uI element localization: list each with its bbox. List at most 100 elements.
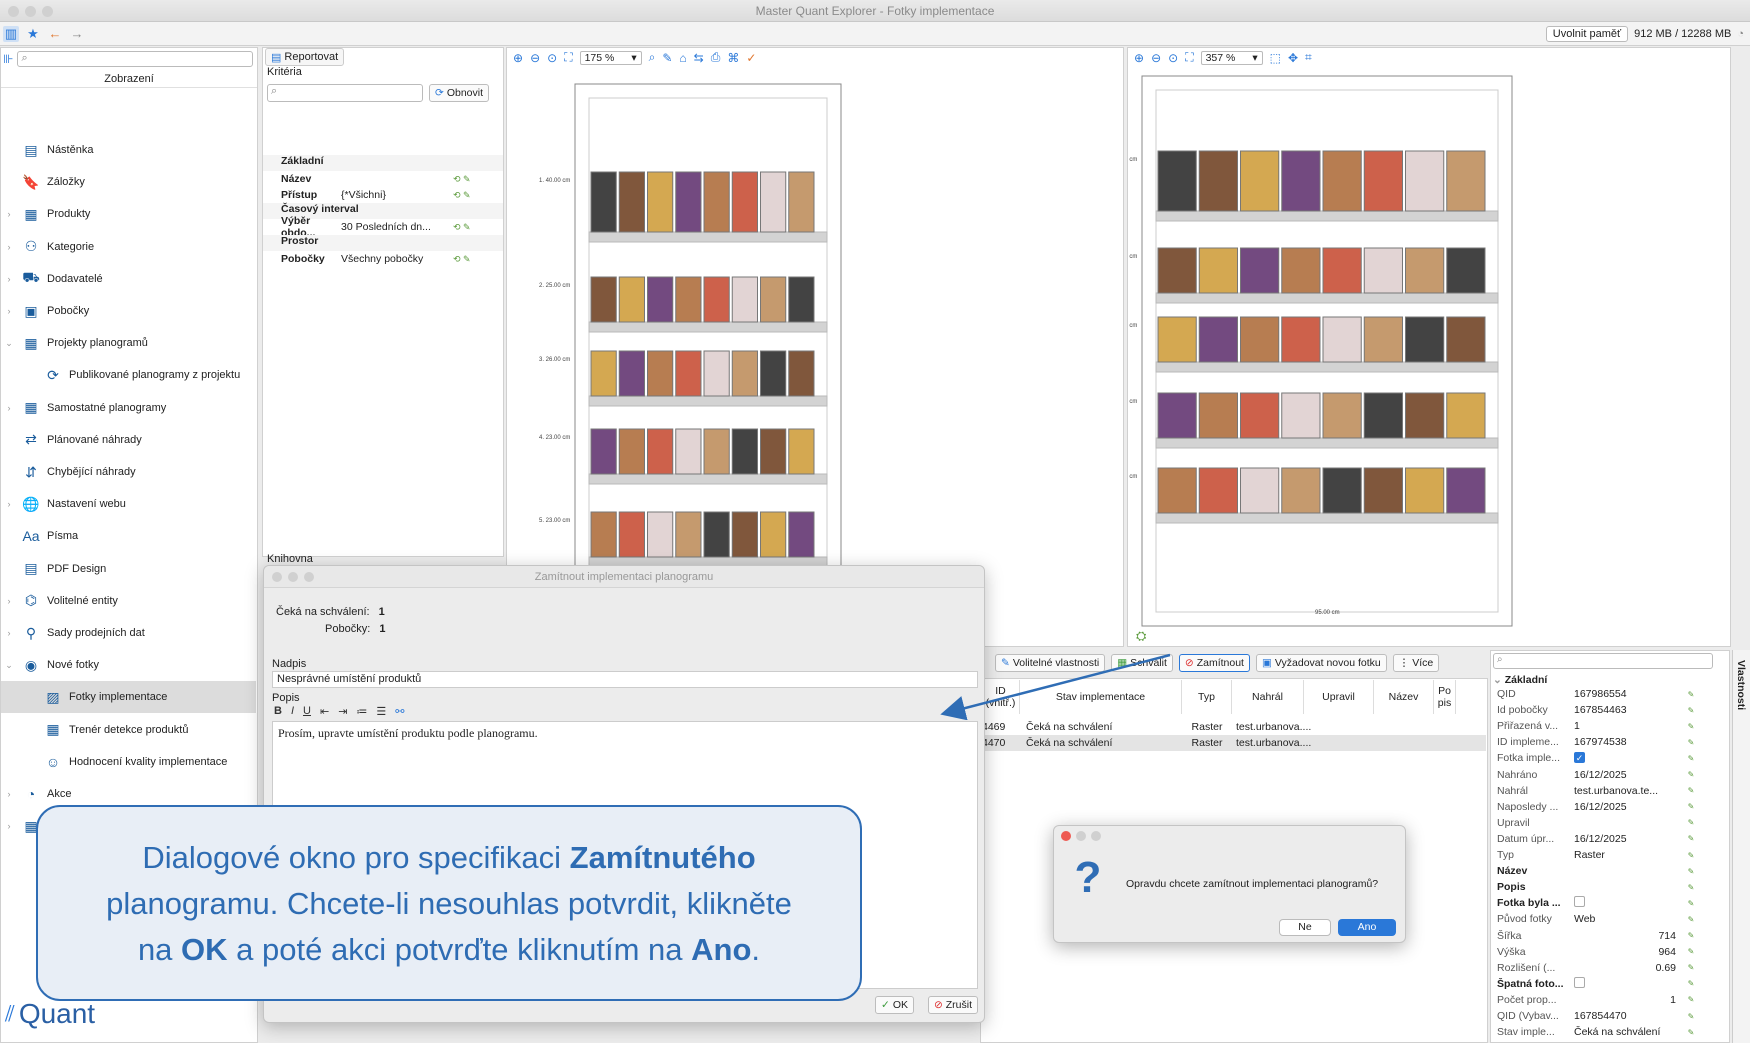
back-arrow-icon[interactable]: ← [47, 26, 63, 42]
property-edit-icon[interactable]: ✎ [1684, 947, 1698, 956]
chevron-icon[interactable]: › [3, 403, 15, 413]
property-edit-icon[interactable]: ✎ [1684, 738, 1698, 747]
chevron-icon[interactable]: › [3, 499, 15, 509]
property-edit-icon[interactable]: ✎ [1684, 931, 1698, 940]
nav-item[interactable]: › ▦ Produkty [1, 198, 256, 230]
criteria-row[interactable]: Název ⟲ ✎ [263, 171, 503, 187]
nav-item[interactable]: ▨ Fotky implementace [1, 681, 256, 714]
bullet-list-icon[interactable]: ☰ [376, 705, 386, 718]
property-row[interactable]: Id pobočky 167854463 ✎ [1497, 702, 1729, 718]
property-edit-icon[interactable]: ✎ [1684, 754, 1698, 763]
table-column-header[interactable]: Typ [1182, 680, 1232, 714]
nav-item[interactable]: ⌄ ▦ Projekty planogramů [1, 327, 256, 359]
zoom-in-icon[interactable]: ⊕ [513, 51, 523, 65]
planogram-right-canvas[interactable]: 1. 40.00 cm 2. 25.00 cm 3. 26.00 cm 4. 23.0… [1128, 66, 1548, 641]
numbered-list-icon[interactable]: ≔ [356, 705, 367, 718]
confirm-close-button[interactable] [1061, 831, 1071, 841]
property-row[interactable]: Název ✎ [1497, 863, 1729, 879]
property-edit-icon[interactable]: ✎ [1684, 979, 1698, 988]
check-circle-icon[interactable]: ✓ [746, 51, 756, 65]
chevron-icon[interactable]: › [3, 596, 15, 606]
more-button[interactable]: ⋮ Více [1392, 654, 1440, 672]
nav-item[interactable]: › ⚲ Sady prodejních dat [1, 617, 256, 649]
property-edit-icon[interactable]: ✎ [1684, 834, 1698, 843]
indent-icon[interactable]: ⇥ [338, 705, 347, 718]
criteria-row[interactable]: Přístup {*Všichni} ⟲ ✎ [263, 187, 503, 203]
move-icon[interactable]: ✥ [1288, 51, 1298, 65]
request-photo-button[interactable]: ▣ Vyžadovat novou fotku [1255, 654, 1387, 672]
zoom-select-left[interactable]: 175 % ▾ [579, 50, 642, 65]
property-edit-icon[interactable]: ✎ [1684, 818, 1698, 827]
chevron-icon[interactable]: › [3, 789, 15, 799]
zoom-out-icon[interactable]: ⊖ [530, 51, 540, 65]
cancel-button[interactable]: ⊘ Zrušit [927, 996, 978, 1014]
compare-icon[interactable]: ⇆ [694, 51, 704, 65]
zoom-in-icon[interactable]: ⊕ [1134, 51, 1144, 65]
report-button[interactable]: ▤ Reportovat [265, 48, 345, 66]
yes-button[interactable]: Ano [1338, 919, 1396, 936]
property-row[interactable]: Popis ✎ [1497, 879, 1729, 895]
chevron-icon[interactable]: › [3, 274, 15, 284]
minimize-window-button[interactable] [25, 6, 36, 17]
property-edit-icon[interactable]: ✎ [1684, 963, 1698, 972]
property-row[interactable]: Fotka byla ... ✎ [1497, 895, 1729, 911]
property-row[interactable]: Šířka 714 ✎ [1497, 928, 1729, 944]
nav-item[interactable]: ▦ Trenér detekce produktů [1, 714, 256, 746]
nav-item[interactable]: 🔖 Záložky [1, 166, 256, 198]
chevron-icon[interactable]: › [3, 242, 15, 252]
property-edit-icon[interactable]: ✎ [1684, 883, 1698, 892]
filter-icon[interactable]: ⊪ [3, 52, 13, 66]
nav-item[interactable]: ▤ PDF Design [1, 553, 256, 585]
ok-button[interactable]: ✓ OK [875, 996, 914, 1014]
chevron-icon[interactable]: › [3, 306, 15, 316]
criteria-row[interactable]: Pobočky Všechny pobočky ⟲ ✎ [263, 251, 503, 267]
property-row[interactable]: Typ Raster ✎ [1497, 847, 1729, 863]
property-edit-icon[interactable]: ✎ [1684, 706, 1698, 715]
property-edit-icon[interactable]: ✎ [1684, 770, 1698, 779]
chevron-icon[interactable]: › [3, 209, 15, 219]
crop-icon[interactable]: ⌗ [1305, 50, 1312, 65]
free-memory-button[interactable]: Uvolnit paměť [1545, 26, 1629, 42]
nav-item[interactable]: › ▣ Pobočky [1, 295, 256, 327]
refresh-button[interactable]: ⟳ Obnovit [429, 84, 489, 102]
zoom-fit-icon[interactable]: ⊙ [547, 51, 557, 65]
criteria-edit-icon[interactable]: ⟲ ✎ [453, 174, 471, 185]
dialog-close-button[interactable] [272, 572, 282, 582]
properties-search-input[interactable]: ⌕ [1493, 653, 1713, 669]
tag-icon[interactable]: ⌘ [727, 51, 739, 65]
nav-item[interactable]: › ▦ Samostatné planogramy [1, 392, 256, 424]
photo-tool-icon[interactable]: ⛭ [1136, 628, 1146, 644]
fit-page-icon[interactable]: ⛶ [1185, 50, 1193, 65]
property-row[interactable]: Špatná foto... ✎ [1497, 976, 1729, 992]
property-edit-icon[interactable]: ✎ [1684, 899, 1698, 908]
criteria-group[interactable]: Prostor [263, 235, 503, 251]
zoom-window-button[interactable] [42, 6, 53, 17]
nav-item[interactable]: › ⌬ Volitelné entity [1, 585, 256, 617]
criteria-row[interactable]: Výběr obdo... 30 Posledních dn... ⟲ ✎ [263, 215, 503, 239]
nav-item[interactable]: › ⚇ Kategorie [1, 231, 256, 263]
property-edit-icon[interactable]: ✎ [1684, 802, 1698, 811]
underline-icon[interactable]: U [303, 705, 311, 718]
nav-item[interactable]: ☺ Hodnocení kvality implementace [1, 746, 256, 778]
checkbox-checked[interactable]: ✓ [1574, 752, 1585, 764]
property-edit-icon[interactable]: ✎ [1684, 1012, 1698, 1021]
outdent-icon[interactable]: ⇤ [320, 705, 329, 718]
link-icon[interactable]: ⚯ [395, 705, 404, 718]
chevron-icon[interactable]: › [3, 628, 15, 638]
table-row[interactable]: 4469 Čeká na schválení Raster test.urbanova… [982, 719, 1486, 735]
layout-icon[interactable]: ▥ [3, 26, 19, 42]
select-icon[interactable]: ⬚ [1270, 51, 1281, 65]
dialog-zoom-button[interactable] [304, 572, 314, 582]
property-row[interactable]: QID (Vybav... 167854470 ✎ [1497, 1008, 1729, 1024]
property-row[interactable]: Původ fotky Web ✎ [1497, 911, 1729, 927]
table-column-header[interactable]: Po pis [1434, 680, 1456, 714]
property-row[interactable]: Výška 964 ✎ [1497, 944, 1729, 960]
nav-item[interactable]: ⇵ Chybějící náhrady [1, 456, 256, 488]
no-button[interactable]: Ne [1279, 919, 1331, 936]
table-column-header[interactable]: Upravil [1304, 680, 1374, 714]
properties-side-tab[interactable]: Vlastnosti [1732, 650, 1750, 1043]
chevron-icon[interactable]: ⌄ [3, 660, 15, 671]
zoom-select-right[interactable]: 357 % ▾ [1200, 50, 1263, 65]
zoom-fit-icon[interactable]: ⊙ [1168, 51, 1178, 65]
property-row[interactable]: Datum úpr... 16/12/2025 ✎ [1497, 831, 1729, 847]
